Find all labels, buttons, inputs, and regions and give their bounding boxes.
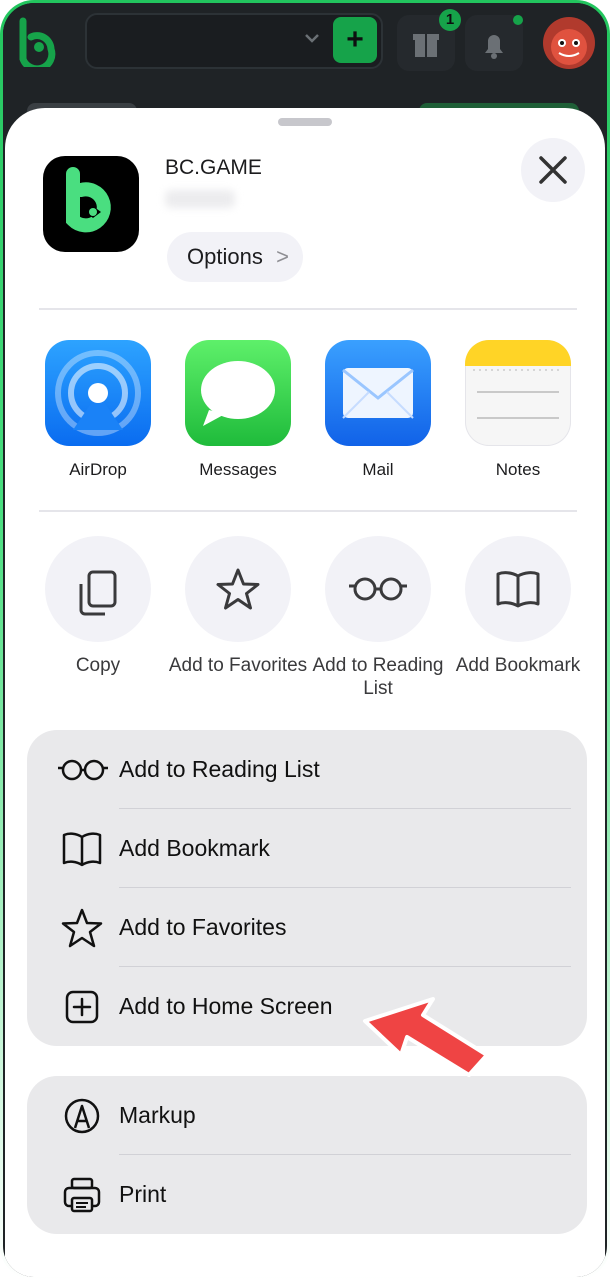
share-app-messages[interactable]: Messages [183,340,293,480]
bc-game-app-icon [43,156,139,252]
action-add-bookmark[interactable]: Add Bookmark [448,536,588,677]
avatar[interactable] [543,17,595,69]
menu-item-add-to-home-screen[interactable]: Add to Home Screen [27,967,587,1046]
options-button[interactable]: Options > [167,232,303,282]
menu-item-markup[interactable]: Markup [27,1076,587,1155]
action-add-to-favorites[interactable]: Add to Favorites [168,536,308,677]
action-label: Add Bookmark [455,655,581,676]
share-app-notes[interactable]: Notes [463,340,573,480]
sheet-grabber[interactable] [278,118,332,126]
close-icon [539,156,567,184]
device-frame: + 1 BC.GAME Options > AirDrop Messages M… [0,0,610,1280]
notification-dot [513,15,523,25]
markup-icon [64,1098,100,1134]
action-list-group-2: Markup Print [27,1076,587,1234]
app-subtitle-blurred [165,190,235,208]
glasses-icon [325,536,431,642]
copy-icon [45,536,151,642]
glasses-icon [58,759,108,781]
red-pointer-arrow [363,997,489,1077]
share-app-mail[interactable]: Mail [323,340,433,480]
bc-game-logo-icon [66,167,111,233]
menu-item-label: Add to Favorites [119,914,287,940]
app-title: BC.GAME [165,156,262,179]
mail-icon [325,340,431,446]
action-label: Copy [75,655,121,676]
book-icon [465,536,571,642]
action-list-group-1: Add to Reading List Add Bookmark Add to … [27,730,587,1046]
app-label: Notes [495,460,541,479]
menu-item-add-bookmark[interactable]: Add Bookmark [27,809,587,888]
notes-icon [465,340,571,446]
chevron-down-icon [305,34,319,43]
avatar-image [551,29,587,65]
bc-game-logo-icon[interactable] [15,17,61,67]
chevron-right-icon: > [276,244,289,269]
plus-square-icon [65,990,99,1024]
divider [39,308,577,310]
app-label: Mail [362,460,394,479]
app-label: AirDrop [69,460,127,479]
close-button[interactable] [521,138,585,202]
menu-item-label: Add to Home Screen [119,993,333,1019]
share-app-airdrop[interactable]: AirDrop [43,340,153,480]
action-label: Add to Favorites [168,655,308,676]
menu-item-label: Markup [119,1102,196,1128]
deposit-plus-button[interactable]: + [333,17,377,63]
share-sheet: BC.GAME Options > AirDrop Messages Mail … [5,108,605,1277]
star-icon [185,536,291,642]
screen: + 1 BC.GAME Options > AirDrop Messages M… [3,3,607,1277]
options-label: Options [187,244,263,269]
menu-item-add-to-favorites[interactable]: Add to Favorites [27,888,587,967]
book-icon [62,832,102,867]
printer-icon [63,1177,101,1213]
menu-item-print[interactable]: Print [27,1155,587,1234]
action-label: Add to Reading List [312,655,444,699]
menu-item-add-to-reading-list[interactable]: Add to Reading List [27,730,587,809]
action-copy[interactable]: Copy [28,536,168,677]
star-icon [61,908,103,948]
action-add-to-reading-list[interactable]: Add to Reading List [308,536,448,700]
app-label: Messages [199,460,277,479]
plus-label: + [346,23,364,56]
messages-icon [185,340,291,446]
menu-item-label: Print [119,1181,167,1207]
divider [39,510,577,512]
airdrop-icon [45,340,151,446]
app-top-bar: + 1 [3,3,607,127]
menu-item-label: Add to Reading List [119,756,320,782]
gift-count-badge: 1 [439,9,461,31]
menu-item-label: Add Bookmark [119,835,270,861]
